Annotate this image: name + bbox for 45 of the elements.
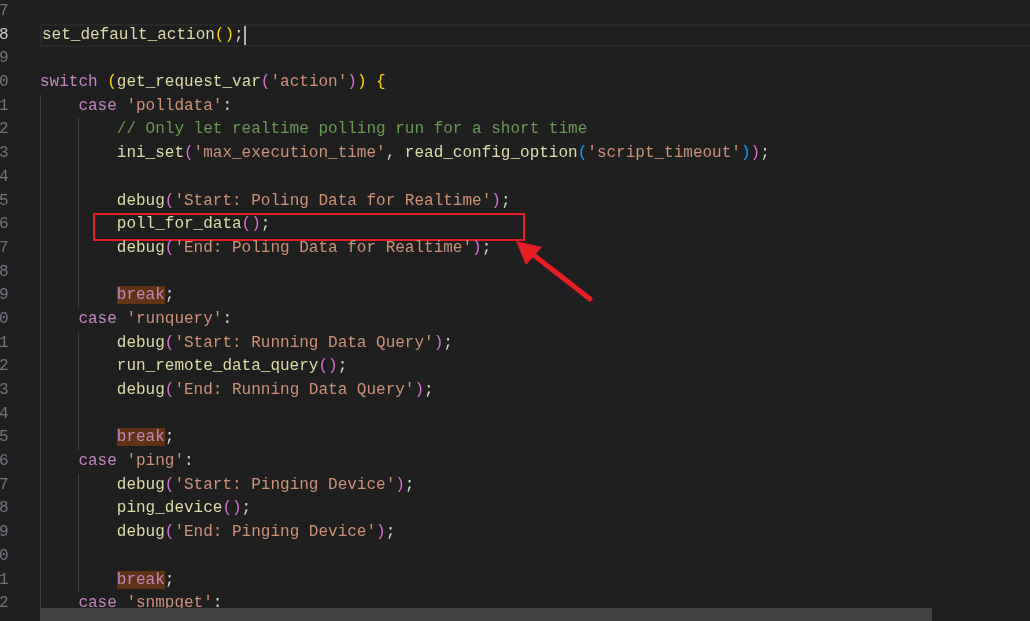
- line-number: 4: [0, 403, 8, 425]
- line-number: 2: [0, 119, 8, 141]
- code-line: case 'polldata':: [78, 95, 233, 117]
- line-number: 8: [0, 24, 8, 46]
- line-number: 0: [0, 308, 8, 330]
- line-number: 5: [0, 427, 8, 449]
- line-number: 9: [0, 48, 8, 70]
- code-line: ping_device();: [116, 498, 252, 520]
- code-line: run_remote_data_query();: [116, 356, 348, 378]
- code-line: set_default_action();: [42, 24, 244, 46]
- line-number: 1: [0, 332, 8, 354]
- line-number: 0: [0, 545, 8, 567]
- code-line: case 'snmpget':: [78, 593, 223, 615]
- code-line: debug('End: Running Data Query');: [116, 380, 434, 401]
- line-number: 8: [0, 261, 8, 283]
- line-number: 7: [0, 237, 8, 259]
- code-line: switch (get_request_var('action')) {: [40, 72, 386, 94]
- line-number: 7: [0, 474, 8, 496]
- line-number: 4: [0, 166, 8, 188]
- line-number: 3: [0, 380, 8, 401]
- code-line: case 'runquery':: [78, 308, 233, 330]
- code-line: debug('Start: Running Data Query');: [116, 332, 453, 354]
- code-line: debug('End: Pinging Device');: [116, 522, 396, 544]
- line-number: 6: [0, 214, 8, 236]
- line-number: 6: [0, 451, 8, 473]
- line-number: 3: [0, 143, 8, 165]
- line-number: 1: [0, 95, 8, 117]
- text-cursor: [243, 26, 246, 46]
- code-line: debug('Start: Pinging Device');: [116, 474, 415, 496]
- code-line: debug('End: Poling Data for Realtime');: [116, 237, 492, 259]
- code-line: ini_set('max_execution_time', read_config_option('script_timeout'));: [116, 143, 770, 165]
- line-number: 0: [0, 72, 8, 94]
- line-number: 9: [0, 285, 8, 307]
- line-number: 1: [0, 569, 8, 591]
- code-line: case 'ping':: [78, 451, 194, 473]
- line-number: 2: [0, 593, 8, 615]
- code-line: poll_for_data();: [116, 214, 271, 236]
- code-line: debug('Start: Poling Data for Realtime');: [116, 190, 511, 212]
- line-number: 8: [0, 498, 8, 520]
- line-number: 9: [0, 522, 8, 544]
- line-number: 2: [0, 356, 8, 378]
- line-number: 5: [0, 190, 8, 212]
- code-line: // Only let realtime polling run for a short time: [116, 119, 588, 141]
- line-number: 7: [0, 1, 8, 22]
- horizontal-scrollbar[interactable]: [40, 608, 932, 621]
